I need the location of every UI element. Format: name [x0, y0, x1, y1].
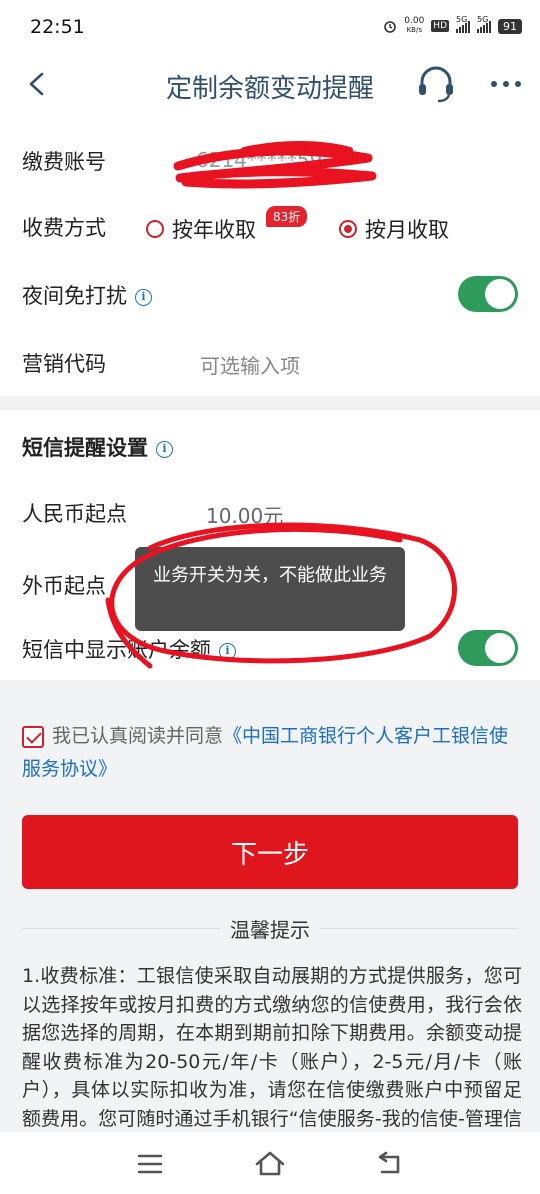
form-card: 缴费账号 6214*****59 收费方式 按年收取 按月收取 夜间免打扰 i 营… [0, 112, 540, 396]
agreement-row: 我已认真阅读并同意《中国工商银行个人客户工银信使服务协议》 [22, 720, 522, 786]
nav-bar: 定制余额变动提醒 [0, 56, 540, 112]
signal-1-label: 5G [456, 15, 468, 24]
tips-title: 温馨提示 [220, 914, 320, 943]
radio-monthly-label: 按月收取 [365, 218, 449, 242]
more-button[interactable] [484, 62, 528, 106]
rmb-row: 人民币起点 10.00元 [0, 482, 540, 542]
rmb-value[interactable]: 10.00元 [206, 500, 283, 529]
home-icon [255, 1151, 285, 1176]
marketing-label: 营销代码 [22, 352, 106, 376]
signal-2-label: 5G [477, 15, 489, 24]
radio-yearly-circle [146, 220, 164, 238]
agreement-text: 我已认真阅读并同意 [52, 725, 224, 747]
foreign-label: 外币起点 [22, 574, 106, 598]
tips-header: 温馨提示 [22, 914, 518, 944]
next-button[interactable]: 下一步 [22, 815, 518, 889]
night-label-wrap: 夜间免打扰 i [22, 280, 152, 310]
show-balance-toggle[interactable] [458, 630, 518, 666]
radio-yearly-label: 按年收取 [172, 218, 256, 242]
page-title: 定制余额变动提醒 [165, 74, 374, 104]
alarm-icon [384, 21, 397, 33]
marketing-input[interactable]: 可选输入项 [200, 350, 300, 379]
night-row: 夜间免打扰 i [0, 264, 540, 324]
status-icons: 0.00 KB/s HD 5G 5G 91 [383, 15, 522, 35]
sms-section-title: 短信提醒设置 [22, 436, 148, 460]
status-time: 22:51 [30, 16, 85, 38]
radio-yearly[interactable]: 按年收取 [146, 214, 256, 244]
show-balance-label: 短信中显示账户余额 [22, 638, 211, 662]
rmb-label: 人民币起点 [22, 502, 127, 526]
back-arrow-icon [378, 1151, 400, 1174]
info-icon[interactable]: i [135, 288, 152, 306]
marketing-row: 营销代码 可选输入项 [0, 332, 540, 392]
battery-indicator: 91 [498, 18, 522, 34]
radio-monthly-circle [339, 220, 357, 238]
discount-badge: 83折 [266, 206, 308, 227]
net-speed-value: 0.00 [404, 16, 425, 26]
hd-badge: HD [431, 20, 449, 32]
back-nav-button[interactable] [370, 1144, 410, 1184]
method-label: 收费方式 [22, 216, 106, 240]
show-balance-label-wrap: 短信中显示账户余额 i [22, 634, 236, 664]
net-speed-unit: KB/s [406, 26, 422, 34]
night-toggle[interactable] [458, 276, 518, 312]
account-label: 缴费账号 [22, 150, 106, 174]
account-value: 6214*****59 [196, 148, 323, 172]
agreement-checkbox[interactable] [22, 725, 44, 748]
recents-button[interactable] [130, 1144, 170, 1184]
info-icon[interactable]: i [156, 440, 173, 458]
radio-monthly[interactable]: 按月收取 [339, 214, 449, 244]
sms-section-title-wrap: 短信提醒设置 i [22, 432, 173, 462]
account-row: 缴费账号 6214*****59 [0, 130, 540, 190]
signal-icon-1: 5G [456, 15, 470, 33]
customer-service-button[interactable] [414, 62, 458, 106]
home-button[interactable] [250, 1144, 290, 1184]
night-label: 夜间免打扰 [22, 284, 127, 308]
more-dots-icon [491, 81, 521, 87]
status-bar: 22:51 0.00 KB/s HD 5G 5G 91 [0, 0, 540, 56]
sms-settings-card: 短信提醒设置 i 人民币起点 10.00元 外币起点 短信中显示账户余额 i [0, 410, 540, 680]
signal-icon-2: 5G [477, 15, 491, 33]
menu-icon [137, 1154, 163, 1174]
net-speed: 0.00 KB/s [404, 17, 424, 35]
toast-message: 业务开关为关，不能做此业务 [135, 547, 405, 631]
info-icon[interactable]: i [219, 642, 236, 660]
headset-icon [419, 66, 453, 103]
system-nav-bar [0, 1132, 540, 1194]
tips-body: 1.收费标准：工银信使采取自动展期的方式提供服务，您可以选择按年或按月扣费的方式… [22, 965, 522, 1130]
